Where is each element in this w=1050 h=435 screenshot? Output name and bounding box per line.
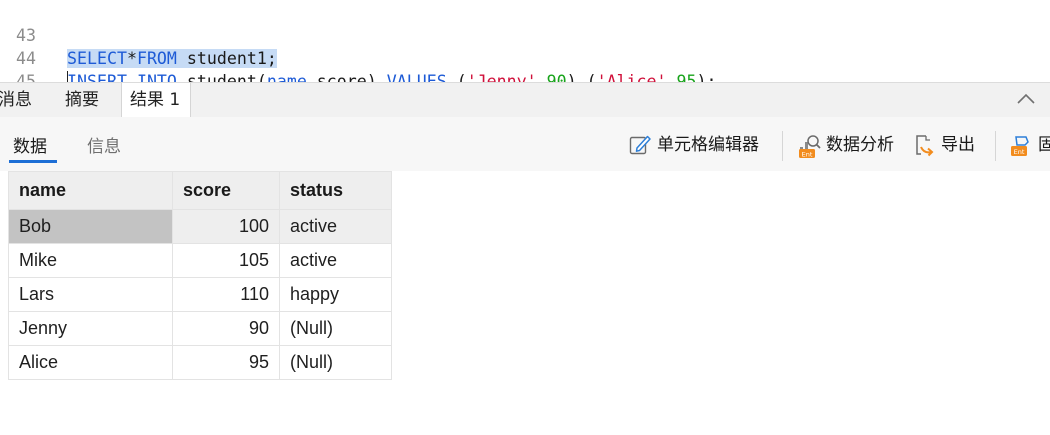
- cell-editor-label: 单元格编辑器: [657, 135, 759, 155]
- cell-score[interactable]: 90: [172, 311, 280, 346]
- result-tab-bar: 消息 摘要 结果 1: [0, 82, 1050, 118]
- sql-editor[interactable]: 43 SELECT*FROM student1; 44 INSERT INTO …: [0, 0, 1050, 114]
- data-analysis-label: 数据分析: [826, 135, 894, 155]
- code-line-45[interactable]: 45 INSERT INTO student1 (name, score) SE…: [0, 47, 1050, 114]
- cell-status[interactable]: active: [279, 243, 392, 278]
- cell-editor-button[interactable]: 单元格编辑器: [628, 132, 770, 158]
- table-row[interactable]: Bob 100 active: [8, 209, 392, 244]
- column-header-name[interactable]: name: [8, 171, 173, 210]
- cell-score[interactable]: 95: [172, 345, 280, 380]
- data-analysis-button[interactable]: Ent 数据分析: [797, 132, 901, 158]
- cell-status-null[interactable]: (Null): [279, 311, 392, 346]
- cell-score[interactable]: 110: [172, 277, 280, 312]
- export-button[interactable]: 导出: [912, 132, 982, 158]
- toolbar-divider: [782, 131, 783, 161]
- tab-messages[interactable]: 消息: [0, 83, 50, 117]
- export-label: 导出: [941, 135, 975, 155]
- cell-status-null[interactable]: (Null): [279, 345, 392, 380]
- edit-icon: [629, 135, 651, 155]
- tab-summary[interactable]: 摘要: [57, 83, 117, 117]
- fixed-button[interactable]: Ent 固: [1010, 132, 1050, 158]
- export-icon: [916, 135, 934, 157]
- code-line-43[interactable]: 43 SELECT*FROM student1;: [0, 1, 1050, 68]
- table-row[interactable]: Alice 95 (Null): [8, 345, 392, 380]
- code-line-44[interactable]: 44 INSERT INTO student(name,score) VALUE…: [0, 24, 1050, 91]
- fixed-label: 固: [1038, 135, 1050, 155]
- subtab-info[interactable]: 信息: [87, 132, 121, 157]
- subtab-data[interactable]: 数据: [13, 132, 47, 157]
- svg-text:Ent: Ent: [1014, 148, 1025, 156]
- table-row[interactable]: Lars 110 happy: [8, 277, 392, 312]
- chevron-up-icon[interactable]: [1016, 92, 1036, 106]
- result-toolbar: 数据 信息 单元格编辑器 Ent 数据分析 导出 Ent 固: [0, 117, 1050, 171]
- table-row[interactable]: Mike 105 active: [8, 243, 392, 278]
- tab-result-1[interactable]: 结果 1: [121, 83, 191, 118]
- analysis-icon: Ent: [799, 135, 821, 158]
- column-header-score[interactable]: score: [172, 171, 280, 210]
- cell-score[interactable]: 105: [172, 243, 280, 278]
- result-grid: name score status Bob 100 active Mike 10…: [8, 171, 392, 380]
- active-tab-indicator: [9, 160, 57, 163]
- table-row[interactable]: Jenny 90 (Null): [8, 311, 392, 346]
- cell-status[interactable]: active: [279, 209, 392, 244]
- toolbar-divider: [995, 131, 996, 161]
- cell-score[interactable]: 100: [172, 209, 280, 244]
- cell-name[interactable]: Bob: [8, 209, 173, 244]
- cell-name[interactable]: Alice: [8, 345, 173, 380]
- cell-name[interactable]: Mike: [8, 243, 173, 278]
- svg-text:Ent: Ent: [802, 150, 813, 158]
- column-header-status[interactable]: status: [279, 171, 392, 210]
- pin-icon: Ent: [1011, 136, 1029, 156]
- cell-status[interactable]: happy: [279, 277, 392, 312]
- grid-header-row: name score status: [8, 171, 392, 210]
- cell-name[interactable]: Jenny: [8, 311, 173, 346]
- cell-name[interactable]: Lars: [8, 277, 173, 312]
